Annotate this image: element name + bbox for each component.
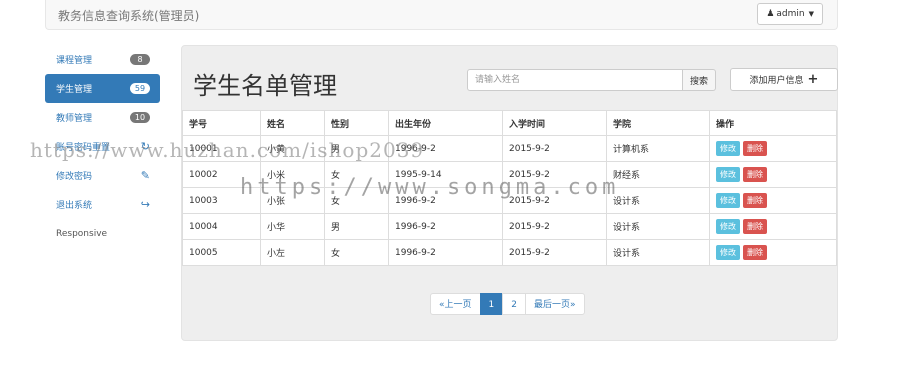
edit-button[interactable]: 修改 — [716, 245, 740, 260]
cell-gender: 男 — [324, 213, 389, 240]
watermark-text: https://www.huzhan.com/ishop2039 — [30, 138, 425, 162]
cell-enroll: 2015-9-2 — [502, 213, 607, 240]
cell-gender: 女 — [324, 239, 389, 266]
cell-college: 设计系 — [606, 239, 710, 266]
edit-button[interactable]: 修改 — [716, 167, 740, 182]
user-name: admin — [776, 9, 805, 19]
cell-college: 财经系 — [606, 161, 710, 188]
table-row: 10004 小华 男 1996-9-2 2015-9-2 设计系 修改 删除 — [182, 213, 837, 240]
count-badge: 8 — [130, 54, 150, 65]
delete-button[interactable]: 删除 — [743, 141, 767, 156]
cell-college: 设计系 — [606, 213, 710, 240]
cell-enroll: 2015-9-2 — [502, 135, 607, 162]
cell-name: 小华 — [260, 213, 325, 240]
add-user-label: 添加用户信息 — [749, 76, 804, 86]
sidebar-item-courses[interactable]: 课程管理 8 — [45, 45, 160, 74]
page-link-2[interactable]: 2 — [502, 293, 526, 315]
sidebar-item-label: 退出系统 — [56, 201, 93, 211]
logout-icon: ↪ — [140, 198, 150, 211]
column-header: 姓名 — [260, 110, 325, 136]
page-link-1[interactable]: 1 — [479, 293, 504, 315]
column-header: 入学时间 — [502, 110, 607, 136]
cell-enroll: 2015-9-2 — [502, 239, 607, 266]
edit-button[interactable]: 修改 — [716, 193, 740, 208]
column-header: 学号 — [182, 110, 261, 136]
table-header-row: 学号 姓名 性别 出生年份 入学时间 学院 操作 — [182, 110, 837, 136]
sidebar-item-label: 修改密码 — [56, 172, 93, 182]
cell-birth: 1996-9-2 — [388, 239, 503, 266]
sidebar-item-label: 教师管理 — [56, 114, 93, 124]
cell-id: 10004 — [182, 213, 261, 240]
cell-name: 小左 — [260, 239, 325, 266]
sidebar-item-teachers[interactable]: 教师管理 10 — [45, 103, 160, 132]
sidebar-item-label: 课程管理 — [56, 56, 93, 66]
cell-college: 计算机系 — [606, 135, 710, 162]
column-header: 学院 — [606, 110, 710, 136]
last-page-link[interactable]: 最后一页» — [524, 293, 585, 315]
delete-button[interactable]: 删除 — [743, 167, 767, 182]
app-title[interactable]: 教务信息查询系统(管理员) — [58, 7, 199, 24]
pencil-icon: ✎ — [140, 169, 150, 182]
table-row: 10005 小左 女 1996-9-2 2015-9-2 设计系 修改 删除 — [182, 239, 837, 266]
prev-page-link[interactable]: «上一页 — [430, 293, 481, 315]
sidebar-item-logout[interactable]: 退出系统 ↪ — [45, 190, 160, 219]
search-group: 搜索 — [467, 69, 716, 91]
cell-actions: 修改 删除 — [709, 213, 837, 240]
cell-actions: 修改 删除 — [709, 161, 837, 188]
user-menu-button[interactable]: ♟ admin ▼ — [757, 3, 823, 25]
cell-actions: 修改 删除 — [709, 135, 837, 162]
add-user-button[interactable]: 添加用户信息 + — [730, 68, 838, 91]
delete-button[interactable]: 删除 — [743, 219, 767, 234]
pagination: «上一页 1 2 最后一页» — [430, 293, 585, 315]
caret-down-icon: ▼ — [808, 10, 814, 18]
edit-button[interactable]: 修改 — [716, 219, 740, 234]
sidebar-item-students[interactable]: 学生管理 59 — [45, 74, 160, 103]
delete-button[interactable]: 删除 — [743, 245, 767, 260]
page-title: 学生名单管理 — [193, 72, 337, 100]
sidebar-item-change-password[interactable]: 修改密码 ✎ — [45, 161, 160, 190]
sidebar-item-responsive: Responsive — [45, 219, 160, 248]
count-badge: 10 — [130, 112, 150, 123]
cell-actions: 修改 删除 — [709, 187, 837, 214]
search-button[interactable]: 搜索 — [683, 69, 716, 91]
column-header: 出生年份 — [388, 110, 503, 136]
column-header: 操作 — [709, 110, 837, 136]
edit-button[interactable]: 修改 — [716, 141, 740, 156]
sidebar-item-label: Responsive — [56, 228, 108, 239]
user-icon: ♟ — [766, 9, 775, 19]
top-navbar: 教务信息查询系统(管理员) ♟ admin ▼ — [45, 0, 838, 30]
sidebar-item-label: 学生管理 — [56, 85, 93, 95]
count-badge: 59 — [130, 83, 150, 94]
cell-college: 设计系 — [606, 187, 710, 214]
plus-icon: + — [807, 71, 819, 87]
watermark-text: https://www.songma.com — [240, 175, 620, 200]
cell-id: 10005 — [182, 239, 261, 266]
delete-button[interactable]: 删除 — [743, 193, 767, 208]
cell-birth: 1996-9-2 — [388, 213, 503, 240]
column-header: 性别 — [324, 110, 389, 136]
search-input[interactable] — [467, 69, 683, 91]
cell-actions: 修改 删除 — [709, 239, 837, 266]
